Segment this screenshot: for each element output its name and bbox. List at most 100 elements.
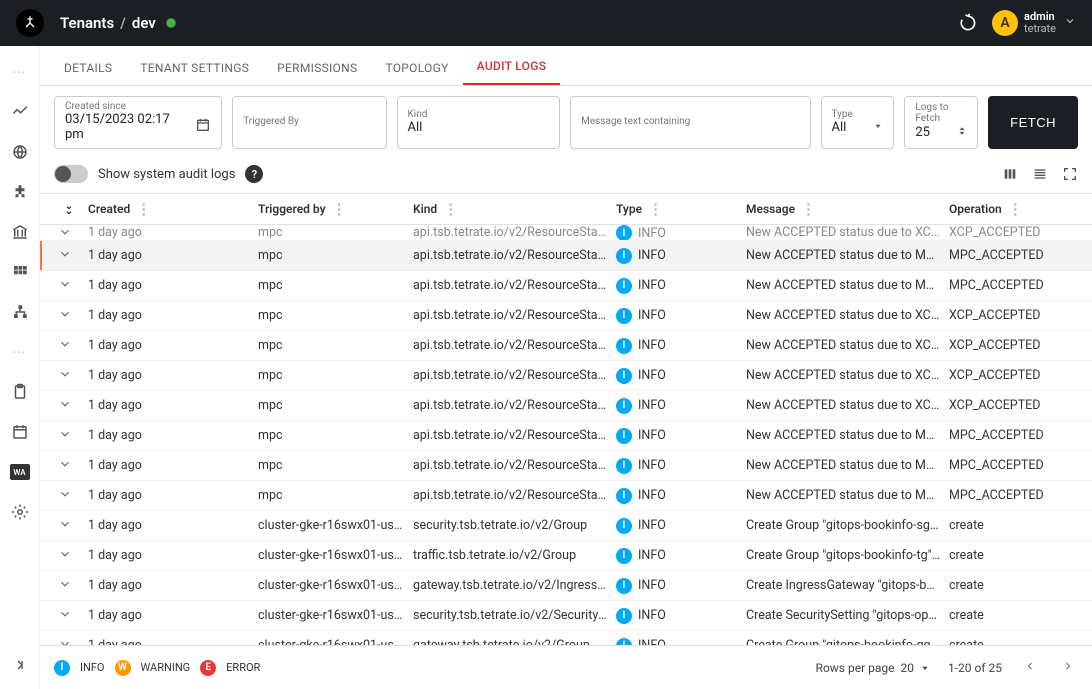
user-menu[interactable]: A admin tetrate	[992, 10, 1076, 36]
expand-row-icon[interactable]	[58, 247, 72, 265]
nav-more2-icon[interactable]: ● ● ●	[10, 342, 30, 362]
col-kind[interactable]: Kind	[413, 202, 437, 216]
table-row[interactable]: 1 day agocluster-gke-r16swx01-us-e...gat…	[40, 571, 1092, 601]
help-icon[interactable]: ?	[245, 165, 263, 183]
breadcrumb-current: dev	[132, 14, 156, 32]
table-row[interactable]: 1 day agompcapi.tsb.tetrate.io/v2/Resour…	[40, 225, 1092, 241]
table-row[interactable]: 1 day agocluster-gke-r16swx01-us-e...gat…	[40, 631, 1092, 645]
nav-clipboard-icon[interactable]	[10, 382, 30, 402]
filter-created-since[interactable]: Created since 03/15/2023 02:17 pm	[54, 96, 222, 149]
tab-tenant-settings[interactable]: TENANT SETTINGS	[126, 51, 263, 85]
app-logo[interactable]	[16, 9, 44, 37]
tab-audit-logs[interactable]: AUDIT LOGS	[463, 49, 561, 85]
rows-per-page[interactable]: Rows per page 20	[816, 661, 930, 675]
table-row[interactable]: 1 day agompcapi.tsb.tetrate.io/v2/Resour…	[40, 421, 1092, 451]
table-row[interactable]: 1 day agompcapi.tsb.tetrate.io/v2/Resour…	[40, 331, 1092, 361]
density-icon[interactable]	[1032, 166, 1048, 182]
cell-type: IINFO	[616, 428, 746, 444]
col-message[interactable]: Message	[746, 202, 795, 216]
expand-all-icon[interactable]: ⌄⌄	[65, 204, 73, 214]
table-row[interactable]: 1 day agompcapi.tsb.tetrate.io/v2/Resour…	[40, 301, 1092, 331]
tab-details[interactable]: DETAILS	[50, 51, 126, 85]
expand-row-icon[interactable]	[58, 637, 72, 646]
table-row[interactable]: 1 day agocluster-gke-r16swx01-us-e...sec…	[40, 601, 1092, 631]
expand-row-icon[interactable]	[58, 225, 72, 241]
nav-expand-icon[interactable]	[12, 657, 28, 677]
col-menu-icon[interactable]: ⋮	[130, 200, 157, 218]
expand-row-icon[interactable]	[58, 457, 72, 475]
col-created[interactable]: Created	[88, 202, 130, 216]
col-menu-icon[interactable]: ⋮	[642, 200, 669, 218]
table-row[interactable]: 1 day agompcapi.tsb.tetrate.io/v2/Resour…	[40, 481, 1092, 511]
table-row[interactable]: 1 day agompcapi.tsb.tetrate.io/v2/Resour…	[40, 361, 1092, 391]
cell-created: 1 day ago	[88, 225, 258, 240]
table-row[interactable]: 1 day agompcapi.tsb.tetrate.io/v2/Resour…	[40, 451, 1092, 481]
nav-more-icon[interactable]: ● ● ●	[10, 62, 30, 82]
next-page-icon[interactable]	[1058, 660, 1078, 675]
info-badge-icon: I	[616, 308, 632, 324]
nav-grid-icon[interactable]	[10, 262, 30, 282]
cell-triggered: mpc	[258, 368, 413, 383]
nav-bank-icon[interactable]	[10, 222, 30, 242]
info-badge-icon: I	[616, 368, 632, 384]
spinner-icon	[957, 124, 967, 142]
col-menu-icon[interactable]: ⋮	[795, 200, 822, 218]
col-menu-icon[interactable]: ⋮	[437, 200, 464, 218]
table-row[interactable]: 1 day agocluster-gke-r16swx01-us-e...tra…	[40, 541, 1092, 571]
prev-page-icon[interactable]	[1020, 660, 1040, 675]
col-operation[interactable]: Operation	[949, 202, 1002, 216]
filter-kind[interactable]: Kind All	[397, 96, 561, 149]
nav-puzzle-icon[interactable]	[10, 182, 30, 202]
cell-type: IINFO	[616, 248, 746, 264]
breadcrumb-root[interactable]: Tenants	[60, 14, 114, 32]
cell-kind: api.tsb.tetrate.io/v2/ResourceStatus	[413, 225, 616, 240]
col-menu-icon[interactable]: ⋮	[326, 200, 353, 218]
nav-trend-icon[interactable]	[10, 102, 30, 122]
toggle-row: Show system audit logs ?	[40, 159, 1092, 193]
refresh-icon[interactable]	[958, 13, 978, 33]
nav-gear-icon[interactable]	[10, 502, 30, 522]
show-system-logs-toggle[interactable]	[54, 165, 88, 183]
cell-triggered: mpc	[258, 398, 413, 413]
tab-topology[interactable]: TOPOLOGY	[371, 51, 462, 85]
col-menu-icon[interactable]: ⋮	[1002, 200, 1029, 218]
expand-row-icon[interactable]	[58, 307, 72, 325]
tab-permissions[interactable]: PERMISSIONS	[263, 51, 371, 85]
cell-kind: api.tsb.tetrate.io/v2/ResourceStatus	[413, 338, 616, 353]
expand-row-icon[interactable]	[58, 577, 72, 595]
cell-triggered: cluster-gke-r16swx01-us-e...	[258, 518, 413, 533]
filter-triggered-by[interactable]: Triggered By	[232, 96, 386, 149]
nav-wa-badge[interactable]: WA	[10, 462, 30, 482]
expand-row-icon[interactable]	[58, 367, 72, 385]
expand-row-icon[interactable]	[58, 607, 72, 625]
nav-tree-icon[interactable]	[10, 302, 30, 322]
col-type[interactable]: Type	[616, 202, 642, 216]
table-row[interactable]: 1 day agocluster-gke-r16swx01-us-e...sec…	[40, 511, 1092, 541]
nav-globe-icon[interactable]	[10, 142, 30, 162]
expand-row-icon[interactable]	[58, 337, 72, 355]
table-row[interactable]: 1 day agompcapi.tsb.tetrate.io/v2/Resour…	[40, 391, 1092, 421]
columns-icon[interactable]	[1002, 166, 1018, 182]
filter-logs-to-fetch[interactable]: Logs to Fetch 25	[904, 96, 978, 149]
expand-row-icon[interactable]	[58, 397, 72, 415]
expand-row-icon[interactable]	[58, 277, 72, 295]
cell-operation: MPC_ACCEPTED	[949, 278, 1092, 293]
nav-calendar-icon[interactable]	[10, 422, 30, 442]
legend: IINFO WWARNING EERROR	[54, 660, 260, 676]
fullscreen-icon[interactable]	[1062, 166, 1078, 182]
table-row[interactable]: 1 day agompcapi.tsb.tetrate.io/v2/Resour…	[40, 271, 1092, 301]
cell-created: 1 day ago	[88, 458, 258, 473]
cell-message: Create IngressGateway "gitops-bookin...	[746, 578, 949, 593]
filter-message[interactable]: Message text containing	[570, 96, 810, 149]
fetch-button[interactable]: FETCH	[988, 96, 1078, 149]
cell-message: New ACCEPTED status due to MPC_AC...	[746, 428, 949, 443]
expand-row-icon[interactable]	[58, 487, 72, 505]
filter-type[interactable]: Type All	[821, 96, 895, 149]
status-dot-icon	[166, 18, 176, 28]
table-row[interactable]: 1 day agompcapi.tsb.tetrate.io/v2/Resour…	[40, 241, 1092, 271]
expand-row-icon[interactable]	[58, 517, 72, 535]
expand-row-icon[interactable]	[58, 427, 72, 445]
cell-kind: security.tsb.tetrate.io/v2/SecuritySetti…	[413, 608, 616, 623]
expand-row-icon[interactable]	[58, 547, 72, 565]
col-triggered[interactable]: Triggered by	[258, 202, 326, 216]
